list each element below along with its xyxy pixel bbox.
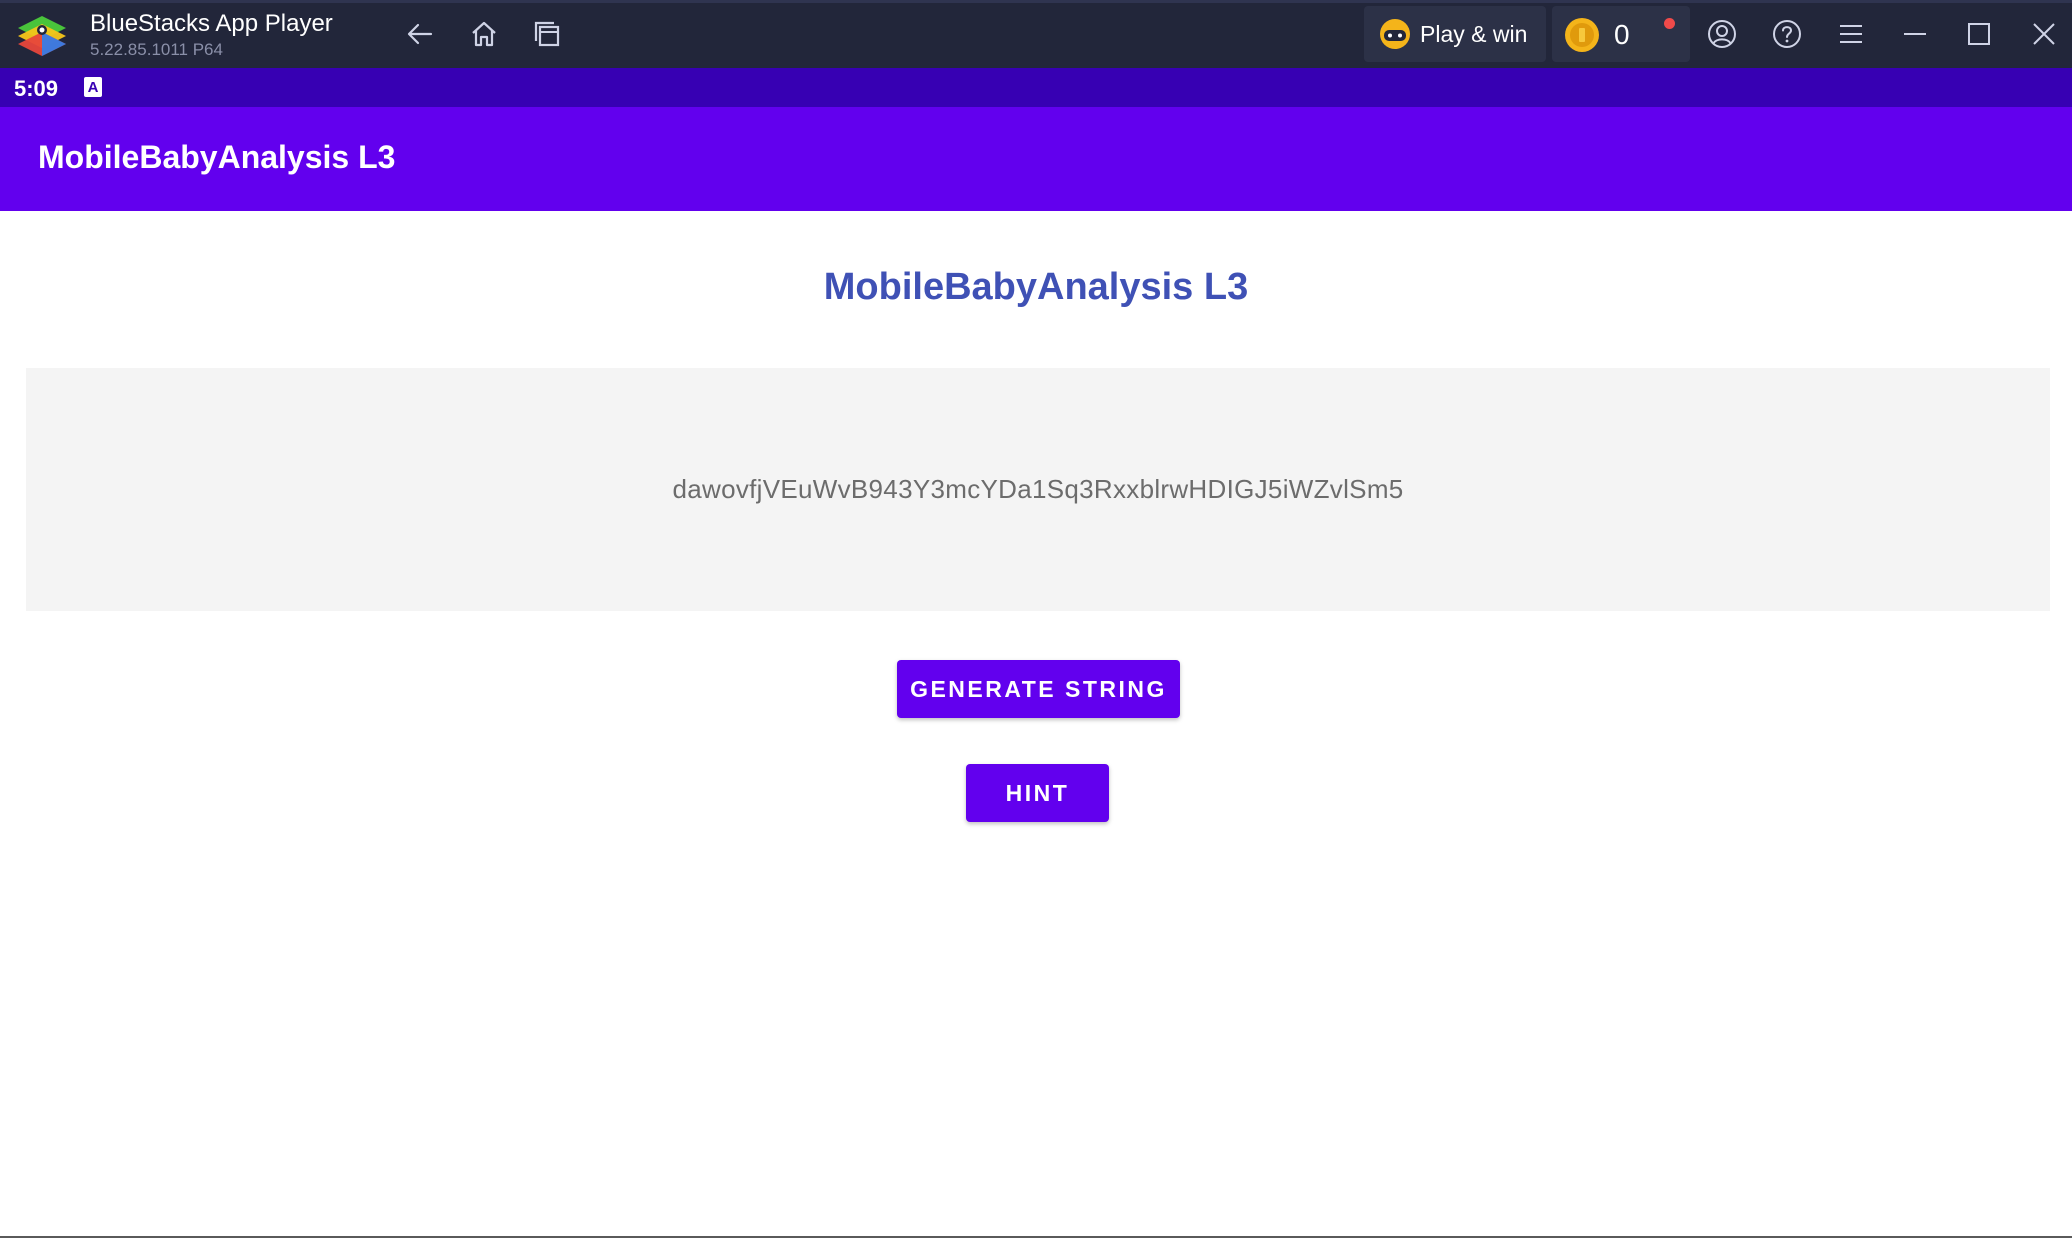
notification-dot (1664, 18, 1675, 29)
coin-icon (1565, 18, 1599, 52)
title-bar-top-border (0, 0, 2072, 3)
toolbar-title: MobileBabyAnalysis L3 (38, 139, 396, 175)
generated-string-text: dawovfjVEuWvB943Y3mcYDa1Sq3RxxblrwHDIGJ5… (672, 474, 1404, 504)
coin-balance[interactable]: 0 (1552, 6, 1690, 62)
menu-icon[interactable] (1833, 16, 1869, 52)
play-and-win-button[interactable]: Play & win (1364, 6, 1546, 62)
page-title: MobileBabyAnalysis L3 (823, 266, 1249, 308)
generate-string-button[interactable]: GENERATE STRING (897, 660, 1180, 718)
close-icon[interactable] (2026, 16, 2062, 52)
status-time: 5:09 (14, 76, 59, 101)
hint-button[interactable]: HINT (966, 764, 1109, 822)
coin-count: 0 (1614, 19, 1630, 50)
help-icon[interactable] (1769, 16, 1805, 52)
app-toolbar: MobileBabyAnalysis L3 (0, 107, 2072, 211)
play-and-win-label: Play & win (1420, 20, 1528, 47)
emulator-version: 5.22.85.1011 P64 (90, 40, 223, 59)
account-icon[interactable] (1704, 16, 1740, 52)
bluestacks-logo-icon (16, 14, 68, 58)
home-icon[interactable] (466, 16, 502, 52)
back-arrow-icon[interactable] (402, 16, 438, 52)
notification-a-icon: A (84, 77, 102, 97)
generated-string-box: dawovfjVEuWvB943Y3mcYDa1Sq3RxxblrwHDIGJ5… (26, 368, 2050, 611)
emulator-title-bar: BlueStacks App Player 5.22.85.1011 P64 P… (0, 0, 2072, 68)
android-status-bar: 5:09 A (0, 68, 2072, 107)
maximize-icon[interactable] (1961, 16, 1997, 52)
minimize-icon[interactable] (1897, 16, 1933, 52)
emulator-app-name: BlueStacks App Player (90, 10, 333, 37)
gamepad-mascot-icon (1380, 19, 1410, 49)
recent-apps-icon[interactable] (530, 16, 566, 52)
